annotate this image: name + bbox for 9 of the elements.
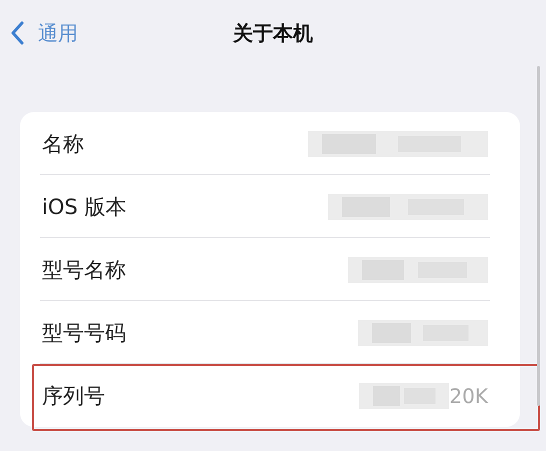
row-label: 型号名称	[42, 256, 126, 284]
back-chevron-icon	[10, 21, 24, 45]
row-label: 序列号	[42, 382, 105, 410]
row-label: 名称	[42, 130, 84, 158]
serial-value: 20K	[449, 384, 488, 408]
row-label: 型号号码	[42, 320, 126, 346]
row-label: iOS 版本	[42, 194, 126, 220]
back-button[interactable]: 通用	[0, 20, 78, 46]
page-title: 关于本机	[233, 20, 313, 46]
